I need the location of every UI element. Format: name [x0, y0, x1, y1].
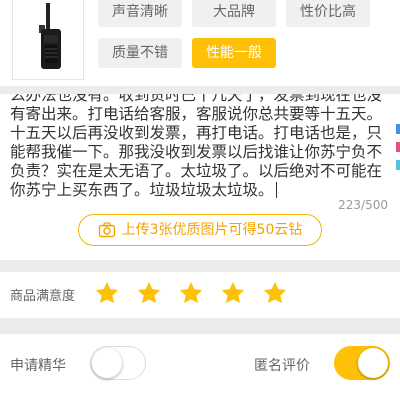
upload-photos-label: 上传3张优质图片可得50云钻	[121, 222, 303, 238]
edge-indicator-cyan	[396, 160, 400, 170]
rating-section: 商品满意度	[0, 272, 400, 318]
tag-big-brand[interactable]: 大品牌	[192, 0, 276, 27]
star-icon[interactable]	[94, 280, 120, 306]
anonymous-review-toggle[interactable]	[334, 346, 390, 380]
walkie-talkie-image	[39, 3, 61, 69]
product-card: 声音清晰 大品牌 性价比高 质量不错 性能一般	[0, 0, 400, 86]
tag-value-for-money[interactable]: 性价比高	[286, 0, 370, 27]
anonymous-review-label: 匿名评价	[254, 358, 310, 374]
star-icon[interactable]	[136, 280, 162, 306]
section-divider	[0, 86, 400, 94]
tag-sound-clear[interactable]: 声音清晰	[98, 0, 182, 27]
edge-indicator-blue	[396, 124, 400, 134]
star-icon[interactable]	[262, 280, 288, 306]
char-count-current: 223	[338, 198, 362, 212]
satisfaction-label: 商品满意度	[10, 289, 76, 304]
toggle-knob	[358, 348, 388, 378]
star-icon[interactable]	[220, 280, 246, 306]
char-count-max: /500	[361, 198, 388, 212]
review-section: 么办法也没有。收到货时已十几天了，发票到现在也没有寄出来。打电话给客服，客服说你…	[0, 94, 400, 260]
section-divider	[0, 260, 400, 272]
review-text: 么办法也没有。收到货时已十几天了，发票到现在也没有寄出来。打电话给客服，客服说你…	[10, 94, 383, 199]
section-divider	[0, 318, 400, 334]
star-icon[interactable]	[178, 280, 204, 306]
edge-indicator-pink	[396, 142, 400, 152]
review-textarea[interactable]: 么办法也没有。收到货时已十几天了，发票到现在也没有寄出来。打电话给客服，客服说你…	[10, 94, 392, 200]
options-section: 申请精华 匿名评价	[0, 334, 400, 400]
tag-average-performance[interactable]: 性能一般	[192, 38, 276, 68]
apply-essence-label: 申请精华	[10, 358, 66, 374]
toggle-knob	[92, 348, 122, 378]
upload-photos-button[interactable]: 上传3张优质图片可得50云钻	[78, 214, 322, 246]
char-counter: 223/500	[338, 198, 388, 212]
tag-good-quality[interactable]: 质量不错	[98, 38, 182, 68]
text-cursor	[275, 182, 277, 198]
apply-essence-toggle[interactable]	[90, 346, 146, 380]
camera-icon	[98, 222, 115, 238]
product-image	[12, 0, 84, 80]
